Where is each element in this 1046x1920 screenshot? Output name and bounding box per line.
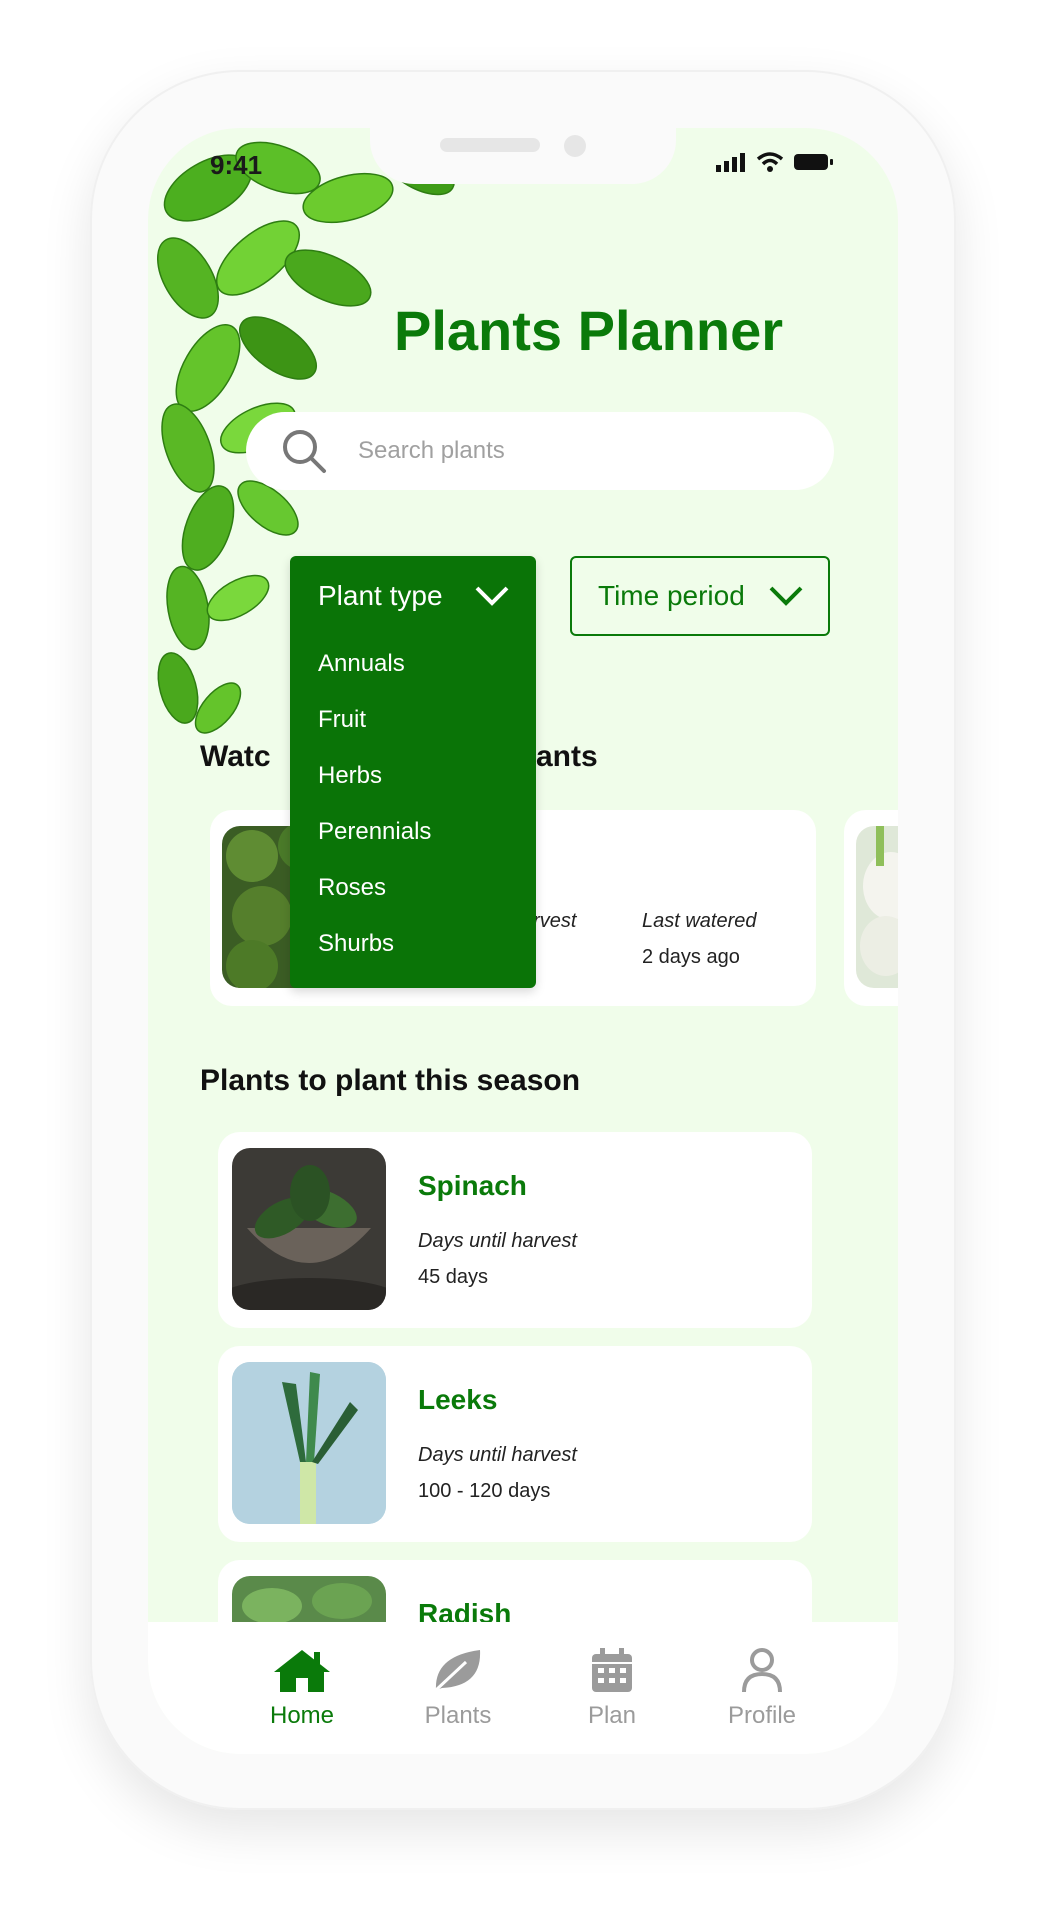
plant-card-leeks[interactable]: Leeks Days until harvest 100 - 120 days [218,1346,812,1542]
status-icons [716,152,834,172]
search-bar[interactable] [246,412,834,490]
time-period-dropdown[interactable]: Time period [570,556,830,636]
last-watered-value: 2 days ago [642,946,740,968]
wifi-icon [756,152,784,172]
status-time: 9:41 [210,150,263,180]
nav-label: Home [269,1702,335,1729]
harvest-label: Days until harvest [418,1230,577,1252]
dropdown-option-shurbs[interactable]: Shurbs [290,916,536,972]
battery-icon [794,154,833,170]
page-title: Plants Planner [394,299,784,362]
watering-card-next[interactable] [844,810,898,1006]
time-period-label: Time period [598,580,745,611]
chevron-down-icon [769,586,803,606]
plant-type-label: Plant type [318,580,443,611]
leek-image [232,1362,386,1524]
onion-image [856,826,898,988]
nav-item-plants[interactable]: Plants [388,1646,528,1730]
harvest-value: 45 days [418,1266,489,1288]
nav-label: Profile [727,1702,797,1729]
nav-item-profile[interactable]: Profile [692,1646,832,1730]
watering-section-title-left: Watc [200,740,271,773]
nav-item-plan[interactable]: Plan [542,1646,682,1730]
harvest-value: 100 - 120 days [418,1480,551,1502]
search-input[interactable] [356,436,780,466]
harvest-label: Days until harvest [418,1444,577,1466]
plant-card-spinach[interactable]: Spinach Days until harvest 45 days [218,1132,812,1328]
app-screen: 9:41 Plants Planner Time period Watc ant… [148,128,898,1754]
dropdown-option-herbs[interactable]: Herbs [290,748,536,804]
nav-label: Plants [424,1702,492,1729]
leaf-icon [434,1650,481,1692]
plant-type-dropdown[interactable]: Plant type Annuals Fruit Herbs Perennial… [290,556,536,988]
nav-item-home[interactable]: Home [232,1646,372,1730]
home-icon [274,1650,330,1692]
dropdown-option-fruit[interactable]: Fruit [290,692,536,748]
front-camera [564,135,586,157]
spinach-image [232,1148,386,1310]
plant-name: Spinach [418,1170,527,1201]
search-icon [283,430,326,473]
plant-type-toggle[interactable]: Plant type [290,556,536,636]
profile-icon [742,1648,782,1693]
nav-label: Plan [587,1702,637,1729]
dropdown-option-roses[interactable]: Roses [290,860,536,916]
signal-icon [716,153,745,172]
dropdown-option-annuals[interactable]: Annuals [290,636,536,692]
calendar-icon [592,1648,632,1692]
chevron-down-icon [475,586,509,606]
watering-section-title-right: ants [536,740,598,773]
device-notch [370,128,676,184]
speaker-grille [440,138,540,152]
last-watered-label: Last watered [642,910,757,932]
season-section-title: Plants to plant this season [200,1064,581,1097]
bottom-nav: Home Plants Plan Profile [148,1622,898,1754]
dropdown-option-perennials[interactable]: Perennials [290,804,536,860]
plant-name: Leeks [418,1384,498,1415]
